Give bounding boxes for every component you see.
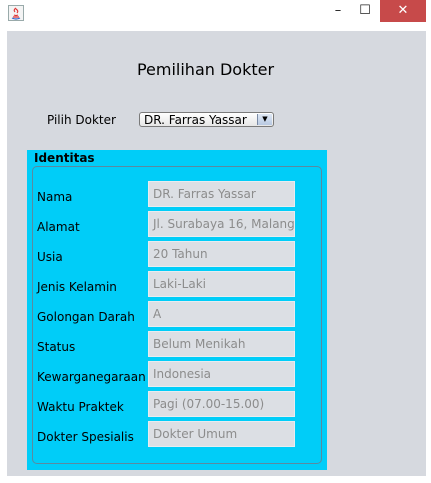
gender-label: Jenis Kelamin (37, 280, 117, 294)
minimize-button[interactable]: – (325, 0, 351, 22)
nationality-field[interactable]: Indonesia (148, 361, 295, 387)
specialist-field[interactable]: Dokter Umum (148, 421, 295, 447)
practice-time-value: Pagi (07.00-15.00) (153, 397, 265, 411)
doctor-select-value: DR. Farras Yassar (144, 113, 247, 127)
age-field[interactable]: 20 Tahun (148, 241, 295, 267)
name-label: Nama (37, 190, 73, 204)
nationality-value: Indonesia (153, 367, 212, 381)
doctor-select-label: Pilih Dokter (47, 113, 116, 127)
address-label: Alamat (37, 220, 80, 234)
practice-time-field[interactable]: Pagi (07.00-15.00) (148, 391, 295, 417)
address-field[interactable]: Jl. Surabaya 16, Malang (148, 211, 295, 237)
close-button[interactable]: ✕ (380, 0, 426, 22)
maximize-button[interactable]: ☐ (352, 0, 378, 22)
address-value: Jl. Surabaya 16, Malang (153, 217, 295, 231)
blood-type-field[interactable]: A (148, 301, 295, 327)
page-title: Pemilihan Dokter (136, 60, 275, 79)
specialist-label: Dokter Spesialis (37, 430, 134, 444)
age-label: Usia (37, 250, 63, 264)
marital-status-value: Belum Menikah (153, 337, 246, 351)
identity-panel-title: Identitas (34, 151, 95, 165)
java-icon (8, 5, 24, 21)
gender-value: Laki-Laki (153, 277, 206, 291)
blood-type-label: Golongan Darah (37, 310, 135, 324)
specialist-value: Dokter Umum (153, 427, 238, 441)
marital-status-field[interactable]: Belum Menikah (148, 331, 295, 357)
chevron-down-icon[interactable]: ▼ (257, 114, 272, 125)
age-value: 20 Tahun (153, 247, 208, 261)
gender-field[interactable]: Laki-Laki (148, 271, 295, 297)
name-value: DR. Farras Yassar (153, 187, 256, 201)
marital-status-label: Status (37, 340, 76, 354)
title-bar: – ☐ ✕ (0, 0, 431, 28)
nationality-label: Kewarganegaraan (37, 370, 146, 384)
blood-type-value: A (153, 307, 162, 321)
practice-time-label: Waktu Praktek (37, 400, 124, 414)
name-field[interactable]: DR. Farras Yassar (148, 181, 295, 207)
doctor-select[interactable]: DR. Farras Yassar ▼ (139, 112, 274, 127)
